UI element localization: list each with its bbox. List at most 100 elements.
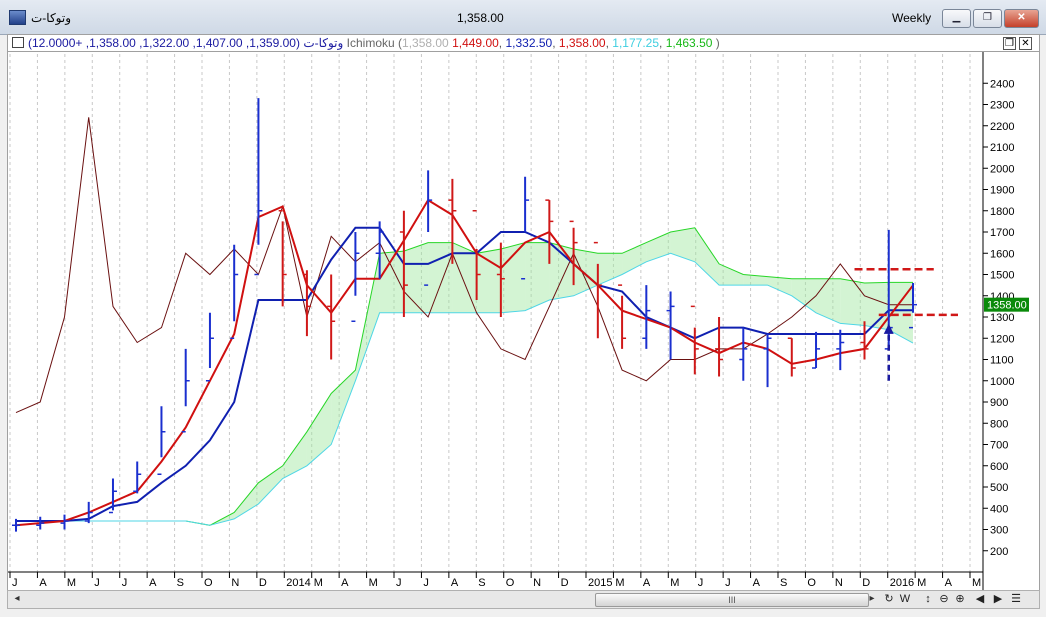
- app-icon: [9, 10, 26, 25]
- scale-icon[interactable]: ↕: [921, 592, 935, 606]
- period-w-button[interactable]: W: [898, 592, 912, 606]
- window-title: وتوکا-ت: [31, 11, 71, 25]
- kumo-cloud-segment: [476, 249, 501, 313]
- y-tick-label: 800: [990, 418, 1008, 430]
- minimize-button[interactable]: ▁: [942, 9, 971, 28]
- x-tick-label: S: [780, 577, 787, 589]
- y-tick-label: 1900: [990, 185, 1014, 197]
- x-tick-label: A: [39, 577, 47, 589]
- y-tick-label: 2200: [990, 121, 1014, 133]
- scroll-forward-icon[interactable]: ▶: [991, 592, 1005, 606]
- y-tick-label: 1600: [990, 248, 1014, 260]
- x-tick-label: O: [807, 577, 816, 589]
- x-tick-label: J: [396, 577, 402, 589]
- legend-indicator: Ichimoku (: [346, 36, 403, 50]
- scroll-back-icon[interactable]: ◀: [973, 592, 987, 606]
- x-tick-label: A: [643, 577, 651, 589]
- last-price-label: 1358.00: [987, 300, 1027, 312]
- kumo-cloud-segment: [597, 253, 623, 286]
- x-tick-label: O: [506, 577, 515, 589]
- zoom-out-icon[interactable]: ⊖: [937, 592, 951, 606]
- y-tick-label: 2400: [990, 78, 1014, 90]
- menu-icon[interactable]: ☰: [1009, 592, 1023, 606]
- kumo-cloud-segment: [791, 278, 817, 313]
- x-tick-label: 2014: [286, 577, 310, 589]
- title-period: Weekly: [892, 11, 932, 25]
- legend-close-paren: ): [715, 36, 720, 50]
- legend-value-2: 1,449.00: [452, 36, 499, 50]
- x-tick-label: S: [177, 577, 184, 589]
- x-tick-label: 2016: [890, 577, 914, 589]
- x-tick-label: D: [259, 577, 267, 589]
- kumo-cloud-segment: [816, 278, 841, 324]
- zoom-in-icon[interactable]: ⊕: [953, 592, 967, 606]
- legend-symbol: وتوکا-ت: [303, 36, 344, 50]
- legend-value-5: 1,177.25: [612, 36, 660, 50]
- horizontal-scrollbar[interactable]: ◂ III ▸ ↻ W ↕ ⊖ ⊕ ◀ ▶ ☰: [7, 590, 1040, 609]
- x-tick-label: J: [698, 577, 704, 589]
- kumo-cloud-segment: [428, 242, 453, 313]
- y-tick-label: 200: [990, 546, 1008, 558]
- kumo-cloud-segment: [234, 482, 259, 519]
- title-price: 1,358.00: [457, 11, 504, 25]
- kumo-cloud-segment: [258, 465, 283, 504]
- legend-ohlc: (1,359.00, 1,407.00, 1,322.00, 1,358.00,…: [28, 36, 300, 50]
- y-tick-label: 400: [990, 503, 1008, 515]
- x-tick-label: M: [972, 577, 981, 589]
- kumo-cloud-segment: [525, 242, 550, 311]
- y-tick-label: 2300: [990, 100, 1014, 112]
- scroll-thumb[interactable]: III: [595, 593, 869, 607]
- y-tick-label: 1300: [990, 312, 1014, 324]
- legend-value-4: 1,358.00: [558, 36, 606, 50]
- y-tick-label: 600: [990, 461, 1008, 473]
- x-tick-label: A: [753, 577, 761, 589]
- y-tick-label: 2000: [990, 163, 1014, 175]
- x-tick-label: N: [835, 577, 843, 589]
- y-tick-label: 1100: [990, 355, 1014, 367]
- legend-checkbox[interactable]: [12, 37, 24, 48]
- kumo-cloud-segment: [840, 278, 865, 326]
- scroll-left-icon[interactable]: ◂: [10, 592, 24, 606]
- kumo-cloud-segment: [719, 263, 744, 286]
- x-tick-label: M: [670, 577, 679, 589]
- kumo-cloud-segment: [500, 242, 526, 313]
- x-tick-label: D: [561, 577, 569, 589]
- x-tick-label: J: [725, 577, 731, 589]
- x-tick-label: A: [451, 577, 459, 589]
- x-tick-label: S: [478, 577, 485, 589]
- x-tick-label: J: [94, 577, 100, 589]
- close-button[interactable]: ✕: [1004, 9, 1039, 28]
- x-tick-label: M: [314, 577, 323, 589]
- kumo-cloud-segment: [403, 242, 429, 313]
- legend-close-button[interactable]: ✕: [1019, 37, 1032, 50]
- y-tick-label: 1700: [990, 227, 1014, 239]
- legend-value-6: 1,463.50: [665, 36, 713, 50]
- x-tick-label: A: [149, 577, 157, 589]
- x-tick-label: A: [341, 577, 349, 589]
- x-tick-label: N: [533, 577, 541, 589]
- y-tick-label: 1500: [990, 270, 1014, 282]
- kumo-cloud-segment: [670, 227, 695, 262]
- x-tick-label: N: [231, 577, 239, 589]
- legend-value-3: 1,332.50: [505, 36, 553, 50]
- refresh-icon[interactable]: ↻: [882, 592, 896, 606]
- x-tick-label: 2015: [588, 577, 612, 589]
- x-tick-label: A: [945, 577, 953, 589]
- kumo-cloud-segment: [282, 431, 307, 479]
- kumo-cloud-segment: [549, 242, 574, 300]
- restore-button[interactable]: ❐: [973, 9, 1002, 28]
- scroll-right-icon[interactable]: ▸: [865, 592, 879, 606]
- x-tick-label: J: [423, 577, 429, 589]
- kumo-cloud-segment: [694, 227, 720, 286]
- chart-frame[interactable]: J A M J J A S O N D 2014 M A M J J A S O N D 2015 M A M J J A S O N D 20…: [7, 51, 1040, 591]
- title-bar: وتوکا-ت 1,358.00 Weekly ▁ ❐ ✕: [0, 0, 1046, 35]
- y-tick-label: 300: [990, 525, 1008, 537]
- x-tick-label: D: [862, 577, 870, 589]
- y-tick-label: 700: [990, 440, 1008, 452]
- y-tick-label: 1800: [990, 206, 1014, 218]
- x-tick-label: M: [67, 577, 76, 589]
- y-tick-label: 1200: [990, 333, 1014, 345]
- y-tick-label: 900: [990, 397, 1008, 409]
- y-tick-label: 2100: [990, 142, 1014, 154]
- legend-restore-button[interactable]: ❐: [1003, 37, 1016, 50]
